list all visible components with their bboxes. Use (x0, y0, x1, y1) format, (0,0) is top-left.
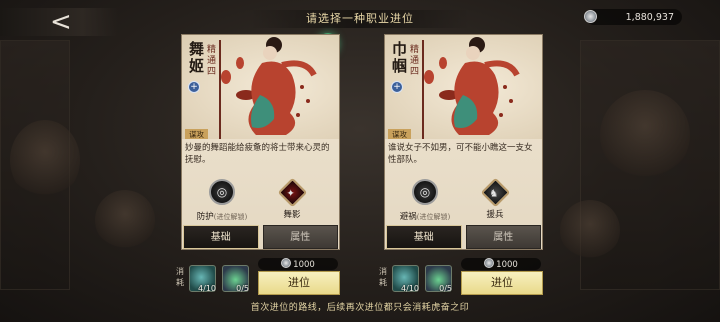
swirl-skill-icon: ◎ (209, 179, 235, 205)
class-name: 舞 姬 (189, 40, 205, 75)
item-count: 4/10 (198, 284, 216, 293)
class-tag: 谋攻 (388, 129, 411, 139)
material-item-tiger-seal[interactable]: 4/10 (189, 265, 216, 293)
skill-label: 防护(进位解锁) (196, 212, 248, 222)
class-rank: 精 通 四 (207, 45, 217, 77)
advance-price: 1000 (258, 258, 338, 270)
currency-value: 1,880,937 (625, 11, 674, 23)
background-portrait (560, 200, 620, 260)
skill-label: 援兵 (486, 210, 504, 220)
soldier-skill-icon: ♞ (480, 177, 510, 208)
background-portrait (95, 190, 155, 250)
silver-coin-icon (484, 258, 495, 268)
class-rank: 精 通 四 (410, 45, 420, 77)
page-title: 请选择一种职业进位 (250, 10, 470, 28)
dancer-illustration (422, 37, 520, 139)
advance-button[interactable]: 进位 (461, 271, 543, 295)
dancer-skill-icon: ✦ (277, 177, 307, 208)
tab-basic[interactable]: 基础 (183, 225, 259, 249)
tab-attributes[interactable]: 属性 (465, 225, 541, 249)
skill-reinforcements[interactable]: ♞ 援兵 (463, 177, 527, 220)
background-portrait (10, 120, 80, 200)
cost-label: 消 耗 (379, 267, 387, 287)
cost-label: 消 耗 (176, 267, 184, 287)
dancer-illustration (219, 37, 317, 139)
skill-defense[interactable]: ◎ 防护(进位解锁) (190, 179, 254, 222)
item-count: 4/10 (401, 284, 419, 293)
advance-price: 1000 (461, 258, 541, 270)
class-tag: 谋攻 (185, 129, 208, 139)
background-portrait (600, 90, 690, 180)
advance-button[interactable]: 进位 (258, 271, 340, 295)
item-count: 0/5 (236, 284, 249, 293)
tab-attributes[interactable]: 属性 (262, 225, 338, 249)
currency-display: 1,880,937 (584, 9, 682, 25)
skill-label: 舞影 (283, 210, 301, 220)
class-card-dancer[interactable]: 舞 姬 精 通 四 + 谋攻 妙曼的舞蹈能给疲惫的将士带来心灵的抚慰。 ◎ 防护… (181, 34, 340, 250)
class-name: 巾 帼 (392, 40, 408, 75)
class-description: 妙曼的舞蹈能给疲惫的将士带来心灵的抚慰。 (185, 143, 330, 165)
item-count: 0/5 (439, 284, 452, 293)
back-button[interactable]: < (0, 7, 118, 37)
info-badge-icon[interactable]: + (188, 81, 200, 93)
card-tabs: 基础 属性 (385, 225, 542, 249)
material-item-tiger-seal[interactable]: 4/10 (392, 265, 419, 293)
silver-coin-icon (584, 10, 597, 23)
skill-dance-shadow[interactable]: ✦ 舞影 (260, 177, 324, 220)
swirl-skill-icon: ◎ (412, 179, 438, 205)
character-portrait: 舞 姬 精 通 四 + 谋攻 (182, 35, 339, 139)
card-tabs: 基础 属性 (182, 225, 339, 249)
class-description: 谁说女子不如男，可不能小瞧这一支女性部队。 (388, 143, 533, 165)
silver-coin-icon (281, 258, 292, 268)
info-badge-icon[interactable]: + (391, 81, 403, 93)
chevron-left-icon: < (50, 7, 72, 37)
character-portrait: 巾 帼 精 通 四 + 谋攻 (385, 35, 542, 139)
footer-note: 首次进位的路线，后续再次进位都只会消耗虎奋之印 (250, 303, 470, 313)
skill-evade[interactable]: ◎ 避祸(进位解锁) (393, 179, 457, 222)
material-item-jade[interactable]: 0/5 (222, 265, 249, 293)
material-item-jade[interactable]: 0/5 (425, 265, 452, 293)
skill-label: 避祸(进位解锁) (399, 212, 451, 222)
class-card-heroine[interactable]: 巾 帼 精 通 四 + 谋攻 谁说女子不如男，可不能小瞧这一支女性部队。 ◎ 避… (384, 34, 543, 250)
tab-basic[interactable]: 基础 (386, 225, 462, 249)
